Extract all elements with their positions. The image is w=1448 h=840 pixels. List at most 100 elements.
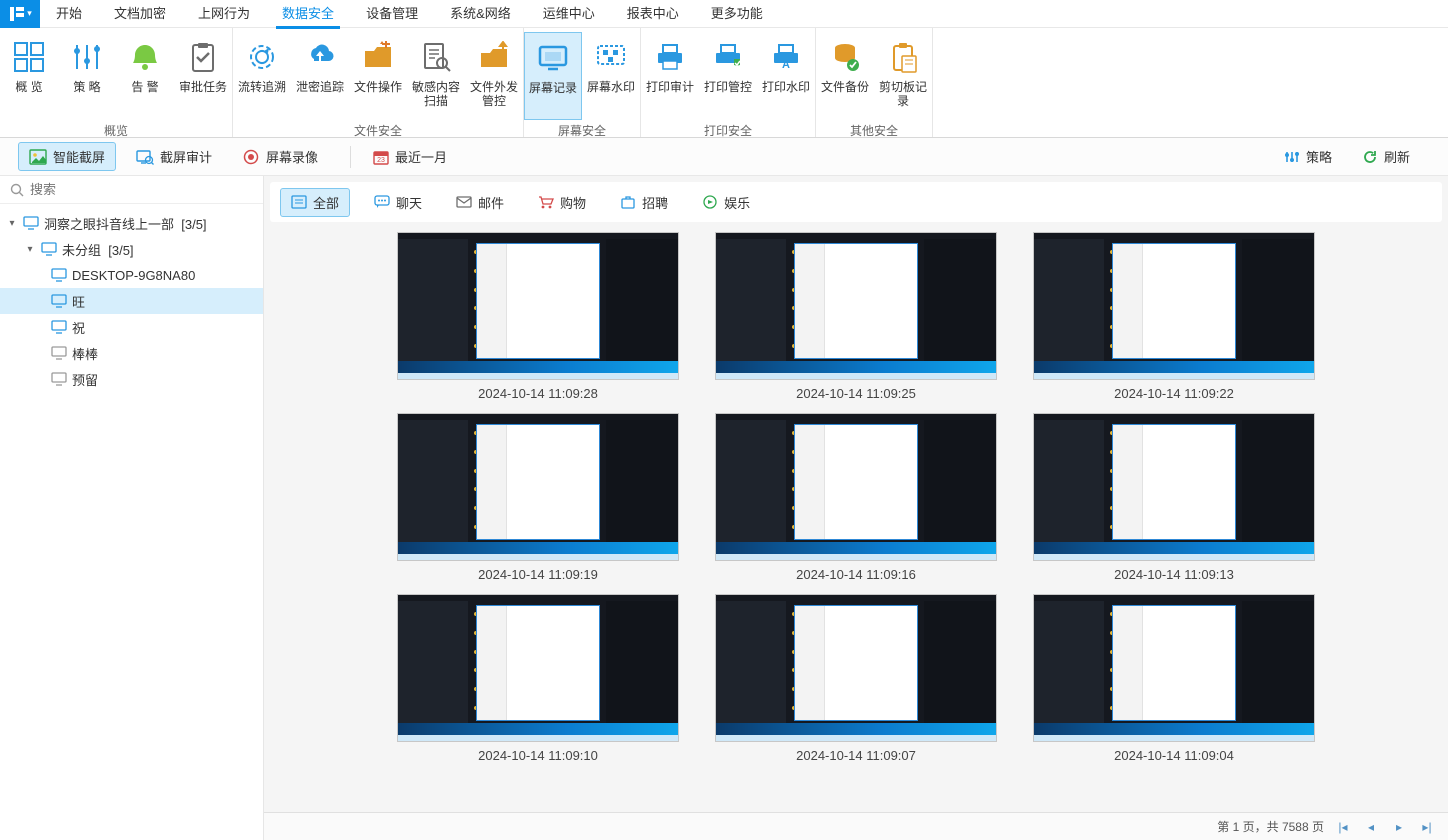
ribbon-screen-record-button[interactable]: 屏幕记录 <box>524 32 582 120</box>
thumbnail-timestamp: 2024-10-14 11:09:28 <box>478 386 598 401</box>
ribbon-strategy-button[interactable]: 策 略 <box>58 32 116 120</box>
menu-4[interactable]: 设备管理 <box>350 0 434 28</box>
ribbon-approval-button[interactable]: 审批任务 <box>174 32 232 120</box>
tab-smart-capture[interactable]: 智能截屏 <box>18 142 116 171</box>
page-next-button[interactable]: ▸ <box>1390 818 1408 836</box>
monitor-icon <box>22 216 40 230</box>
ribbon-leak-trace-button[interactable]: 泄密追踪 <box>291 32 349 120</box>
search-box[interactable] <box>0 176 263 204</box>
all-icon <box>291 195 307 209</box>
ribbon-sensitive-scan-button[interactable]: 敏感内容扫描 <box>407 32 465 120</box>
pc-icon <box>50 372 68 386</box>
filter-recruit[interactable]: 招聘 <box>610 189 678 216</box>
menubar: ▾ 开始文档加密上网行为数据安全设备管理系统&网络运维中心报表中心更多功能 <box>0 0 1448 28</box>
filter-mail[interactable]: 邮件 <box>446 189 514 216</box>
filter-bar: 全部聊天邮件购物招聘娱乐 <box>270 182 1442 222</box>
date-range-button[interactable]: 23 最近一月 <box>363 143 457 170</box>
app-icon[interactable]: ▾ <box>0 0 40 28</box>
ribbon-warning-button[interactable]: 告 警 <box>116 32 174 120</box>
menu-6[interactable]: 运维中心 <box>527 0 611 28</box>
screen-video-icon <box>242 149 260 165</box>
ribbon-file-op-button[interactable]: 文件操作 <box>349 32 407 120</box>
content-area: 全部聊天邮件购物招聘娱乐 2024-10-14 11:09:28 2024-10… <box>264 176 1448 840</box>
tab-screen-video[interactable]: 屏幕录像 <box>232 143 328 170</box>
smart-capture-icon <box>29 149 47 165</box>
thumbnail-item[interactable]: 2024-10-14 11:09:04 <box>1033 594 1315 769</box>
menu-2[interactable]: 上网行为 <box>182 0 266 28</box>
page-first-button[interactable]: |◂ <box>1334 818 1352 836</box>
clipboard-record-icon <box>886 40 920 74</box>
search-input[interactable] <box>30 182 253 197</box>
tree-node-bangbang[interactable]: 棒棒 <box>0 340 263 366</box>
capture-audit-icon <box>136 149 154 165</box>
filter-all[interactable]: 全部 <box>280 188 350 217</box>
print-control-icon <box>711 40 745 74</box>
ribbon-group-文件安全: 流转追溯泄密追踪文件操作敏感内容扫描文件外发管控文件安全 <box>233 28 524 137</box>
page-last-button[interactable]: ▸| <box>1418 818 1436 836</box>
thumbnail-image <box>1033 232 1315 380</box>
ribbon-file-backup-button[interactable]: 文件备份 <box>816 32 874 120</box>
menu-1[interactable]: 文档加密 <box>98 0 182 28</box>
menu-8[interactable]: 更多功能 <box>695 0 779 28</box>
overview-icon <box>12 40 46 74</box>
ribbon-overview-button[interactable]: 概 览 <box>0 32 58 120</box>
filter-chat[interactable]: 聊天 <box>364 189 432 216</box>
screen-watermark-icon <box>594 40 628 74</box>
sidebar: ▾ 洞察之眼抖音线上一部 [3/5] ▾ 未分组 [3/5] DESKTOP-9… <box>0 176 264 840</box>
toolbar-secondary: 智能截屏截屏审计屏幕录像 23 最近一月 策略 刷新 <box>0 138 1448 176</box>
warning-icon <box>128 40 162 74</box>
ribbon-trace-button[interactable]: 流转追溯 <box>233 32 291 120</box>
search-icon <box>10 183 24 197</box>
caret-down-icon: ▾ <box>24 244 36 255</box>
menu-0[interactable]: 开始 <box>40 0 98 28</box>
tree-node-zhu[interactable]: 祝 <box>0 314 263 340</box>
thumbnail-item[interactable]: 2024-10-14 11:09:13 <box>1033 413 1315 588</box>
tree-node-yuliu[interactable]: 预留 <box>0 366 263 392</box>
ribbon-print-control-button[interactable]: 打印管控 <box>699 32 757 120</box>
ribbon-screen-watermark-button[interactable]: 屏幕水印 <box>582 32 640 120</box>
file-backup-icon <box>828 40 862 74</box>
file-op-icon <box>361 40 395 74</box>
thumbnail-timestamp: 2024-10-14 11:09:13 <box>1114 567 1234 582</box>
filter-entertain[interactable]: 娱乐 <box>692 189 760 216</box>
page-prev-button[interactable]: ◂ <box>1362 818 1380 836</box>
ribbon-outgoing-button[interactable]: 文件外发管控 <box>465 32 523 120</box>
thumbnail-image <box>397 413 679 561</box>
tree-group[interactable]: ▾ 未分组 [3/5] <box>0 236 263 262</box>
thumbnail-image <box>1033 594 1315 742</box>
thumbnail-item[interactable]: 2024-10-14 11:09:25 <box>715 232 997 407</box>
thumbnail-item[interactable]: 2024-10-14 11:09:28 <box>397 232 679 407</box>
ribbon-print-audit-button[interactable]: 打印审计 <box>641 32 699 120</box>
menu-3[interactable]: 数据安全 <box>266 0 350 28</box>
thumbnail-item[interactable]: 2024-10-14 11:09:10 <box>397 594 679 769</box>
tab-capture-audit[interactable]: 截屏审计 <box>126 143 222 170</box>
refresh-button[interactable]: 刷新 <box>1352 143 1420 170</box>
screen-record-icon <box>536 41 570 75</box>
thumbnail-item[interactable]: 2024-10-14 11:09:07 <box>715 594 997 769</box>
thumbnail-image <box>1033 413 1315 561</box>
ribbon-clipboard-record-button[interactable]: 剪切板记录 <box>874 32 932 120</box>
leak-trace-icon <box>303 40 337 74</box>
tree-root[interactable]: ▾ 洞察之眼抖音线上一部 [3/5] <box>0 210 263 236</box>
ribbon: 概 览策 略告 警审批任务概览流转追溯泄密追踪文件操作敏感内容扫描文件外发管控文… <box>0 28 1448 138</box>
pc-icon <box>50 320 68 334</box>
device-tree: ▾ 洞察之眼抖音线上一部 [3/5] ▾ 未分组 [3/5] DESKTOP-9… <box>0 204 263 840</box>
calendar-icon: 23 <box>373 149 389 165</box>
thumbnail-item[interactable]: 2024-10-14 11:09:19 <box>397 413 679 588</box>
filter-shopping[interactable]: 购物 <box>528 189 596 216</box>
thumbnail-grid[interactable]: 2024-10-14 11:09:28 2024-10-14 11:09:25 … <box>264 222 1448 812</box>
recruit-icon <box>620 195 636 209</box>
ribbon-group-概览: 概 览策 略告 警审批任务概览 <box>0 28 233 137</box>
thumbnail-item[interactable]: 2024-10-14 11:09:22 <box>1033 232 1315 407</box>
ribbon-print-watermark-button[interactable]: A打印水印 <box>757 32 815 120</box>
thumbnail-item[interactable]: 2024-10-14 11:09:16 <box>715 413 997 588</box>
tree-node-wang[interactable]: 旺 <box>0 288 263 314</box>
strategy-button[interactable]: 策略 <box>1274 143 1342 170</box>
menu-5[interactable]: 系统&网络 <box>434 0 527 28</box>
svg-text:A: A <box>782 59 790 71</box>
menu-7[interactable]: 报表中心 <box>611 0 695 28</box>
date-range-label: 最近一月 <box>395 147 447 166</box>
tree-node-desktop[interactable]: DESKTOP-9G8NA80 <box>0 262 263 288</box>
status-bar: 第 1 页，共 7588 页 |◂ ◂ ▸ ▸| <box>264 812 1448 840</box>
strategy-icon <box>70 40 104 74</box>
